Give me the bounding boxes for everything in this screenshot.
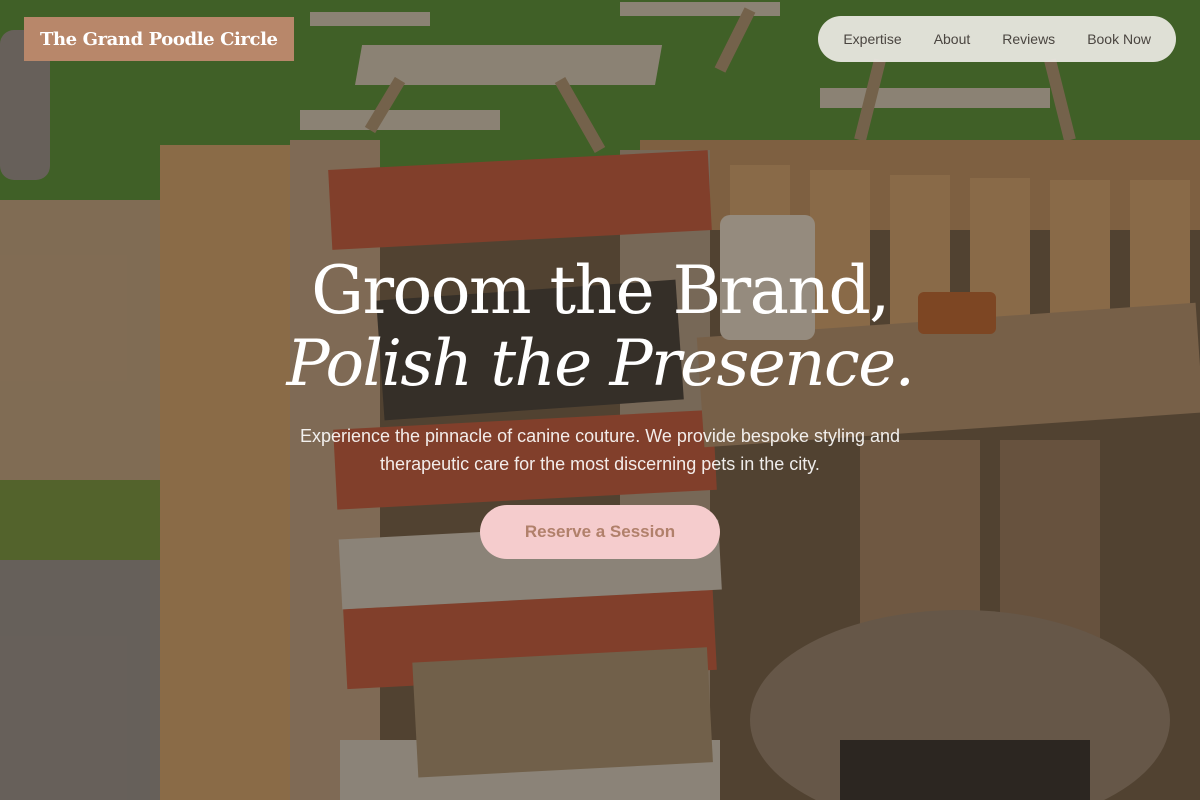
nav-item-expertise[interactable]: Expertise xyxy=(827,16,917,62)
nav-item-reviews[interactable]: Reviews xyxy=(986,16,1071,62)
hero-title-line1: Groom the Brand, xyxy=(311,252,890,329)
nav-item-about[interactable]: About xyxy=(918,16,987,62)
brand-name: The Grand Poodle Circle xyxy=(40,28,278,50)
nav-item-book-now[interactable]: Book Now xyxy=(1071,16,1167,62)
hero-subtitle: Experience the pinnacle of canine coutur… xyxy=(299,426,901,474)
main-nav: Expertise About Reviews Book Now xyxy=(818,16,1176,62)
brand-logo[interactable]: The Grand Poodle Circle xyxy=(24,17,294,61)
hero-title-line2: Polish the Presence. xyxy=(286,327,915,401)
hero-title: Groom the Brand, Polish the Presence. xyxy=(0,252,1200,401)
reserve-session-button[interactable]: Reserve a Session xyxy=(480,505,720,559)
